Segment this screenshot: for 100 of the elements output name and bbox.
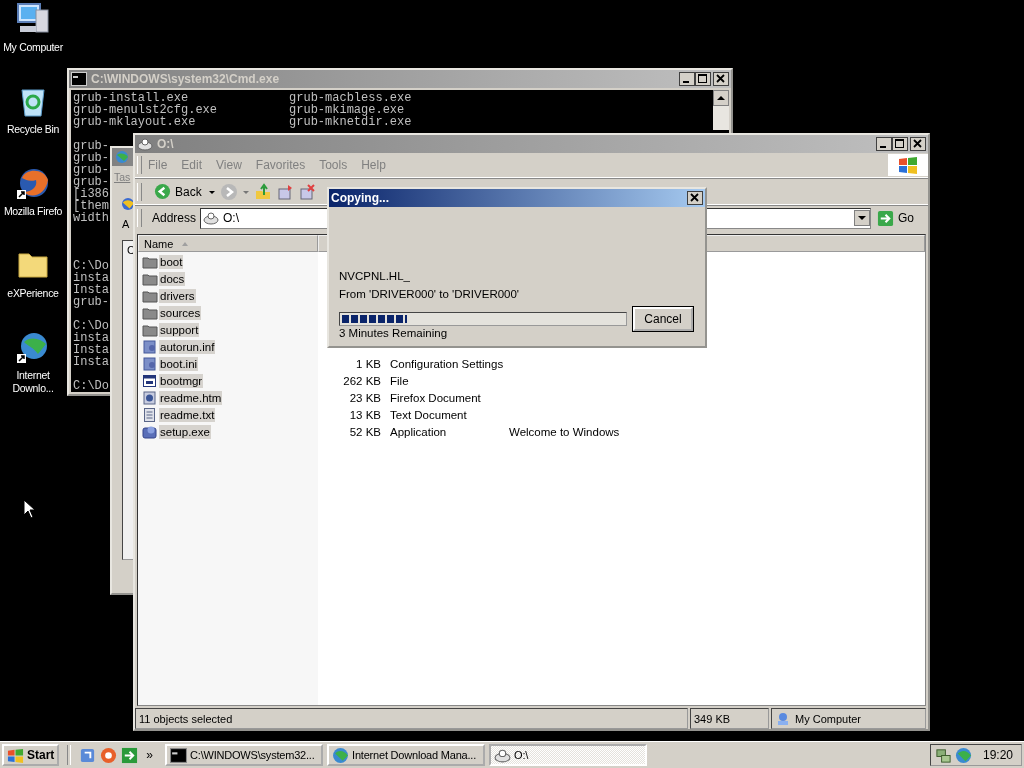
window-title: O:\ [157,137,174,151]
status-text: 11 objects selected [135,708,688,729]
taskbar-button[interactable]: O:\ [489,744,648,766]
console-text: Insta [73,283,109,297]
console-text: grub-macbless.exe [289,92,412,104]
windows-logo-icon [7,746,24,764]
window-title: C:\WINDOWS\system32\Cmd.exe [91,72,280,86]
console-text: insta [73,271,109,285]
desktop-icon-label[interactable]: Recycle Bin [6,123,60,136]
copy-source-text: From 'DRIVER000' to 'DRIVER000' [339,288,521,300]
file-type: Text Document [390,408,467,421]
address-label: Address [152,211,197,225]
file-name[interactable]: boot [159,254,184,269]
copy-to-button[interactable] [275,182,294,201]
drive-icon [203,211,220,225]
file-type: File [390,374,409,387]
dialog-title: Copying... [331,191,389,205]
desktop-icon-label[interactable]: Mozilla Firefo [3,205,63,218]
console-text: grub- [73,163,109,177]
console-text: grub-mklayout.exe [73,115,196,129]
file-name[interactable]: setup.exe [159,424,211,439]
console-text: grub-mkimage.exe [289,104,405,116]
arrow-shortcut-icon[interactable] [121,746,139,764]
console-text: C:\Do [73,259,109,273]
console-text: C:\Do [73,379,109,392]
console-text: [them [73,199,109,213]
taskbar-button[interactable]: C:\WINDOWS\system32... [165,744,324,766]
browser-shortcut-icon [16,166,50,200]
globe-icon [122,196,134,212]
scroll-up-button[interactable] [713,90,729,106]
scrollbar[interactable] [713,90,729,130]
start-button[interactable]: Start [2,744,60,766]
console-text: Insta [73,343,109,357]
file-name[interactable]: boot.ini [159,356,199,371]
console-text: [i386 [73,187,109,201]
console-text: grub- [73,295,109,309]
status-zone: My Computer [771,708,926,729]
file-type: Configuration Settings [390,357,504,370]
globe-shortcut-icon [16,330,50,364]
file-name[interactable]: autorun.inf [159,339,216,354]
delete-button[interactable] [297,182,316,201]
file-size: 13 KB [349,408,381,421]
file-name[interactable]: bootmgr [159,373,204,388]
drive-icon [137,137,153,151]
browser-icon[interactable] [100,746,118,764]
computer-icon [16,2,50,36]
label: A [122,218,130,230]
cancel-button[interactable]: Cancel [633,307,693,331]
column-header[interactable]: Name [138,235,318,252]
taskbar-button[interactable]: Internet Download Mana... [327,744,486,766]
network-icon[interactable] [934,746,952,764]
console-text: grub-install.exe [73,91,189,105]
console-icon [71,72,87,86]
dropdown-button[interactable] [854,210,870,226]
desktop-icon-label[interactable]: eXPerience [7,287,59,300]
console-icon [170,746,188,764]
sort-arrow-icon [181,240,190,247]
file-name[interactable]: support [159,322,200,337]
file-size: 52 KB [349,425,381,438]
console-text: grub-mknetdir.exe [289,116,412,128]
console-text: grub- [73,151,109,165]
folder-icon [142,254,158,269]
go-button[interactable]: Go [875,209,916,227]
file-size: 1 KB [356,357,381,370]
file-name[interactable]: readme.htm [159,390,223,405]
file-name[interactable]: docs [159,271,186,286]
computer-user-icon [775,711,791,726]
web-file-icon [142,390,158,405]
console-text: insta [73,331,109,345]
folder-icon [142,288,158,303]
mouse-pointer-icon [23,499,35,519]
more-button[interactable]: » [146,748,154,762]
file-comment: Welcome to Windows [509,425,620,438]
window-file-icon [142,373,158,388]
status-size: 349 KB [690,708,769,729]
console-text: Insta [73,355,109,369]
desktop-icon-label[interactable]: Internet Downlo... [5,369,61,395]
file-size: 262 KB [343,374,381,387]
console-text: width [73,211,109,225]
folder-icon [142,305,158,320]
file-size: 23 KB [349,391,381,404]
file-type: Application [390,425,447,438]
back-button[interactable]: Back [152,183,204,200]
folder-icon [142,271,158,286]
desktop-icon-label[interactable]: My Computer [3,41,63,54]
text-file-icon [142,407,158,422]
console-text: grub- [73,139,109,153]
file-name[interactable]: readme.txt [159,407,216,422]
file-name[interactable]: sources [159,305,202,320]
time-remaining: 3 Minutes Remaining [339,327,449,339]
console-text: grub-menulst2cfg.exe [73,103,218,117]
globe-icon [332,746,350,764]
folder-icon [142,322,158,337]
file-name[interactable]: drivers [159,288,196,303]
globe-icon [114,150,130,164]
globe-icon[interactable] [954,746,972,764]
console-text: C:\Do [73,319,109,333]
clock: 19:20 [982,748,1013,762]
close-button[interactable] [687,191,703,205]
file-name: NVCPNL.HL_ [339,270,411,282]
